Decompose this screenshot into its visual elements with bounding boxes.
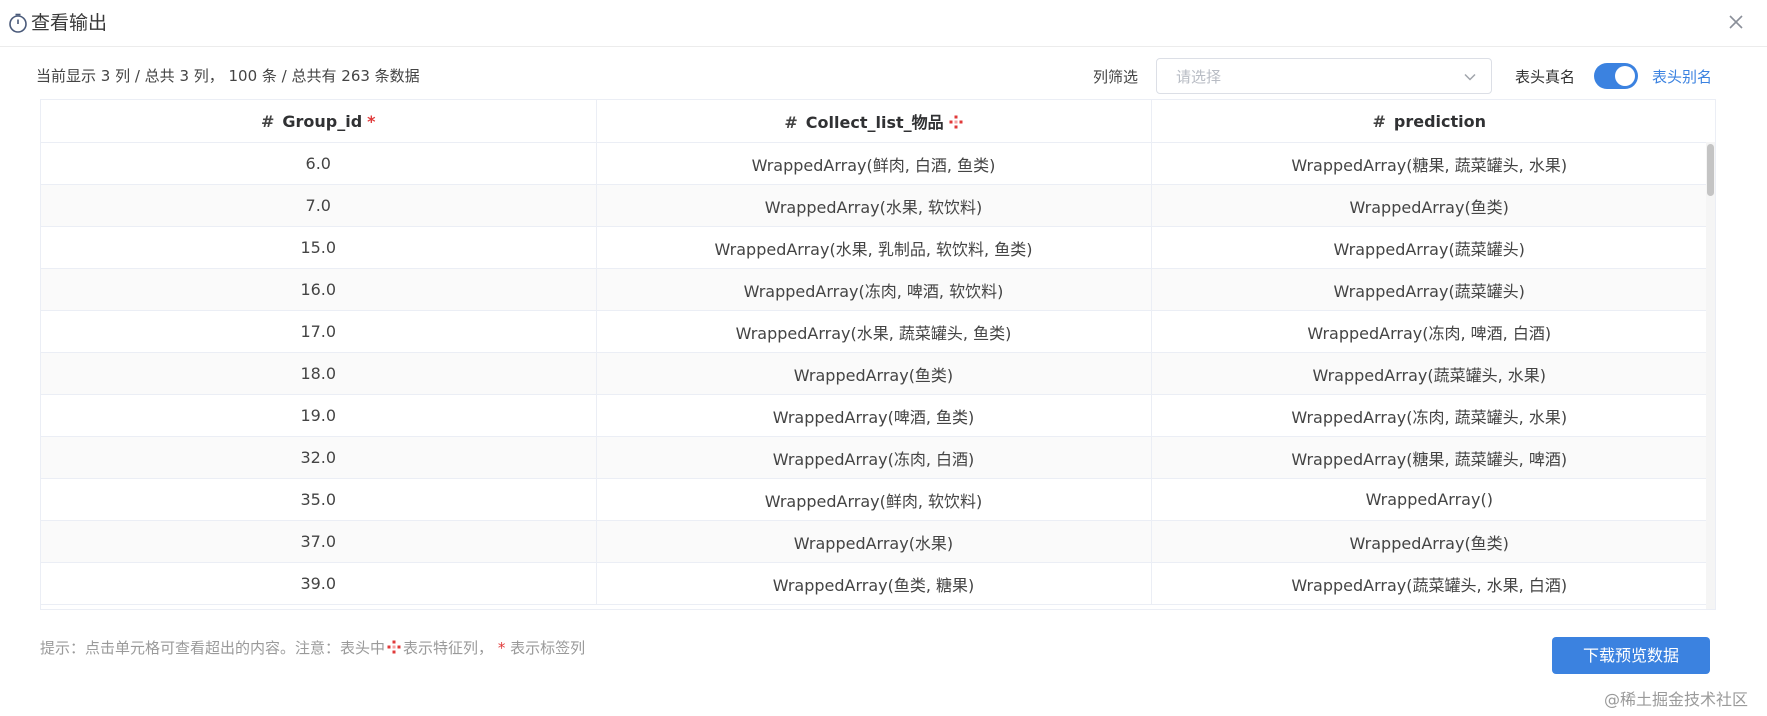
table-cell[interactable]: 16.0 <box>41 268 597 311</box>
table-cell[interactable]: WrappedArray(蔬菜罐头) <box>1151 226 1707 269</box>
table-cell[interactable]: WrappedArray(鲜肉, 软饮料) <box>596 478 1152 521</box>
column-name: Group_id <box>282 111 363 131</box>
tip-prefix: 提示：点击单元格可查看超出的内容。注意：表头中 <box>40 639 386 657</box>
dialog-titlebar: 查看输出 <box>0 0 1767 47</box>
table-cell[interactable]: 19.0 <box>41 394 597 437</box>
table-row: 39.0 WrappedArray(鱼类, 糖果) WrappedArray(蔬菜罐… <box>41 562 1707 605</box>
table-header-row: # Group_id * # Collect_list_物品 # prediction <box>41 100 1707 143</box>
column-filter-label: 列筛选 <box>1093 68 1139 86</box>
header-real-name-label: 表头真名 <box>1515 68 1576 86</box>
column-header-collect-list[interactable]: # Collect_list_物品 <box>596 100 1152 143</box>
output-table: # Group_id * # Collect_list_物品 # prediction … <box>40 99 1716 610</box>
table-cell[interactable]: WrappedArray(鱼类) <box>1151 520 1707 563</box>
table-row: 16.0 WrappedArray(冻肉, 啤酒, 软饮料) WrappedArra… <box>41 268 1707 311</box>
tip-star: * <box>497 639 506 657</box>
table-scrollbar-track[interactable] <box>1706 142 1715 609</box>
table-row: 32.0 WrappedArray(冻肉, 白酒) WrappedArray(糖果,… <box>41 436 1707 479</box>
table-row: 18.0 WrappedArray(鱼类) WrappedArray(蔬菜罐头, 水… <box>41 352 1707 395</box>
table-cell[interactable]: 39.0 <box>41 562 597 605</box>
table-cell[interactable]: WrappedArray() <box>1151 478 1707 521</box>
table-row: 37.0 WrappedArray(水果) WrappedArray(鱼类) <box>41 520 1707 563</box>
table-cell[interactable]: WrappedArray(冻肉, 啤酒, 白酒) <box>1151 310 1707 353</box>
column-name: Collect_list_物品 <box>805 113 944 132</box>
feature-column-icon <box>387 640 401 654</box>
table-cell[interactable]: 35.0 <box>41 478 597 521</box>
table-scrollbar-thumb[interactable] <box>1707 144 1714 196</box>
close-icon[interactable] <box>1726 12 1746 32</box>
table-cell[interactable]: WrappedArray(冻肉, 蔬菜罐头, 水果) <box>1151 394 1707 437</box>
chevron-down-icon <box>1464 73 1476 81</box>
table-cell[interactable]: WrappedArray(鱼类) <box>596 352 1152 395</box>
watermark: @稀土掘金技术社区 <box>1604 690 1749 709</box>
timer-icon <box>9 13 27 33</box>
table-cell[interactable]: WrappedArray(啤酒, 鱼类) <box>596 394 1152 437</box>
download-preview-button[interactable]: 下载预览数据 <box>1552 637 1710 674</box>
header-alias-link[interactable]: 表头别名 <box>1652 67 1712 87</box>
table-cell[interactable]: 37.0 <box>41 520 597 563</box>
table-cell[interactable]: WrappedArray(糖果, 蔬菜罐头, 水果) <box>1151 142 1707 185</box>
table-cell[interactable]: WrappedArray(冻肉, 啤酒, 软饮料) <box>596 268 1152 311</box>
table-cell[interactable]: 18.0 <box>41 352 597 395</box>
table-cell[interactable]: WrappedArray(水果, 蔬菜罐头, 鱼类) <box>596 310 1152 353</box>
column-filter-select[interactable]: 请选择 <box>1156 58 1492 94</box>
data-summary: 当前显示 3 列 / 总共 3 列， 100 条 / 总共有 263 条数据 <box>36 67 420 85</box>
header-name-toggle[interactable] <box>1594 63 1638 89</box>
table-cell[interactable]: WrappedArray(鲜肉, 白酒, 鱼类) <box>596 142 1152 185</box>
table-cell[interactable]: WrappedArray(蔬菜罐头, 水果, 白酒) <box>1151 562 1707 605</box>
table-cell[interactable]: WrappedArray(水果, 软饮料) <box>596 184 1152 227</box>
numeric-type-marker: # <box>784 113 798 132</box>
tip-suffix: 表示标签列 <box>510 639 586 657</box>
tip-mid: 表示特征列， <box>403 639 494 657</box>
column-filter-placeholder: 请选择 <box>1176 68 1222 86</box>
table-row: 15.0 WrappedArray(水果, 乳制品, 软饮料, 鱼类) Wrappe… <box>41 226 1707 269</box>
table-cell[interactable]: 6.0 <box>41 142 597 185</box>
table-row: 6.0 WrappedArray(鲜肉, 白酒, 鱼类) WrappedArray(… <box>41 142 1707 185</box>
table-cell[interactable]: 7.0 <box>41 184 597 227</box>
table-cell[interactable]: WrappedArray(水果) <box>596 520 1152 563</box>
column-header-prediction[interactable]: # prediction <box>1151 100 1707 143</box>
table-cell[interactable]: WrappedArray(蔬菜罐头, 水果) <box>1151 352 1707 395</box>
dialog-title: 查看输出 <box>31 12 108 34</box>
toggle-knob <box>1615 66 1635 86</box>
table-cell[interactable]: WrappedArray(鱼类, 糖果) <box>596 562 1152 605</box>
numeric-type-marker: # <box>260 111 275 131</box>
table-cell[interactable]: 15.0 <box>41 226 597 269</box>
label-column-star: * <box>367 111 376 131</box>
table-row: 7.0 WrappedArray(水果, 软饮料) WrappedArray(鱼类) <box>41 184 1707 227</box>
column-name: prediction <box>1393 111 1487 131</box>
table-row: 17.0 WrappedArray(水果, 蔬菜罐头, 鱼类) WrappedArr… <box>41 310 1707 353</box>
footer-tip: 提示：点击单元格可查看超出的内容。注意：表头中 表示特征列， * 表示标签列 <box>40 638 585 658</box>
numeric-type-marker: # <box>1372 111 1386 131</box>
table-row: 35.0 WrappedArray(鲜肉, 软饮料) WrappedArray() <box>41 478 1707 521</box>
table-cell[interactable]: WrappedArray(糖果, 蔬菜罐头, 啤酒) <box>1151 436 1707 479</box>
feature-column-icon <box>949 115 963 129</box>
table-cell[interactable]: WrappedArray(水果, 乳制品, 软饮料, 鱼类) <box>596 226 1152 269</box>
table-row: 19.0 WrappedArray(啤酒, 鱼类) WrappedArray(冻肉,… <box>41 394 1707 437</box>
table-cell[interactable]: WrappedArray(冻肉, 白酒) <box>596 436 1152 479</box>
column-header-group-id[interactable]: # Group_id * <box>41 100 597 143</box>
table-cell[interactable]: 32.0 <box>41 436 597 479</box>
table-cell[interactable]: 17.0 <box>41 310 597 353</box>
table-cell[interactable]: WrappedArray(鱼类) <box>1151 184 1707 227</box>
table-cell[interactable]: WrappedArray(蔬菜罐头) <box>1151 268 1707 311</box>
